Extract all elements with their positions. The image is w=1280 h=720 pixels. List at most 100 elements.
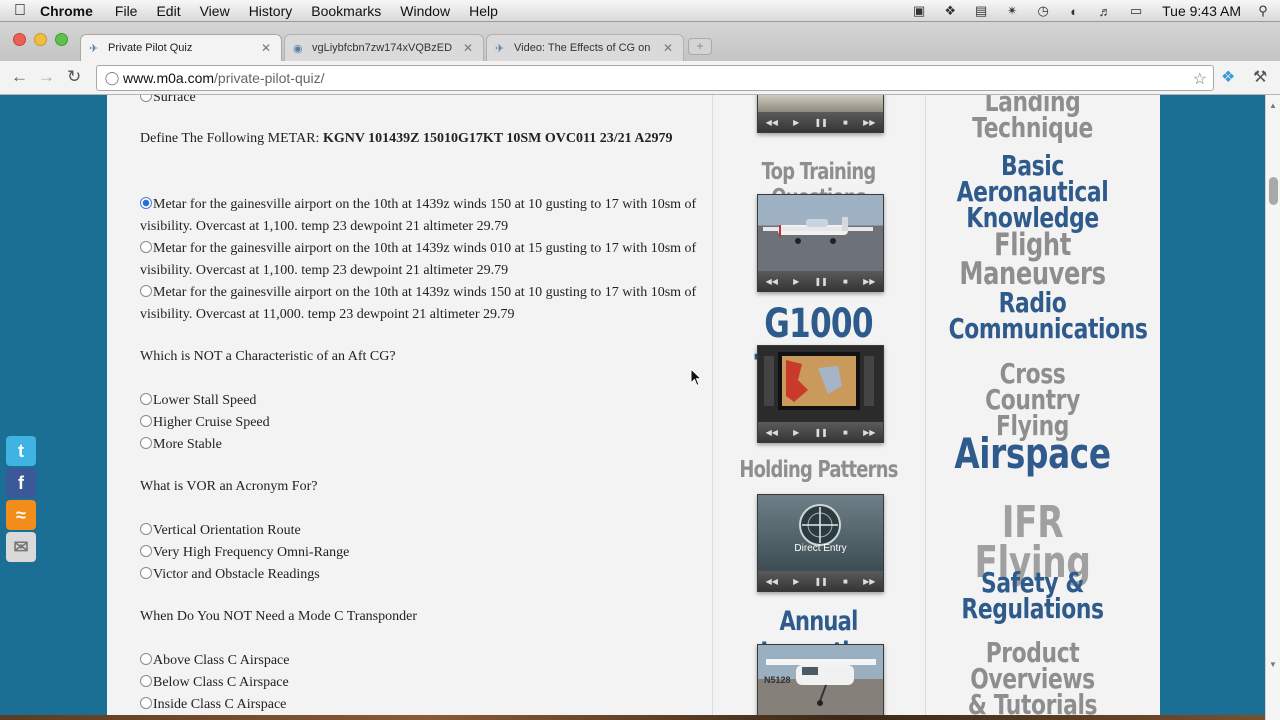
quiz-option[interactable]: Higher Cruise Speed bbox=[140, 412, 700, 434]
rewind-icon[interactable]: ◀◀ bbox=[766, 277, 778, 286]
dropbox-icon[interactable]: ❖ bbox=[941, 3, 959, 19]
tab-private-pilot-quiz[interactable]: ✈ Private Pilot Quiz ✕ bbox=[80, 34, 282, 61]
quiz-option[interactable]: Surface bbox=[140, 95, 700, 109]
quiz-option[interactable]: Lower Stall Speed bbox=[140, 390, 700, 412]
radio-button[interactable] bbox=[140, 437, 152, 449]
video-player-landing[interactable]: ◀◀ ▶ ❚❚ ■ ▶▶ bbox=[757, 95, 884, 133]
quiz-option[interactable]: Metar for the gainesville airport on the… bbox=[140, 282, 700, 326]
radio-button[interactable] bbox=[140, 285, 152, 297]
battery-icon[interactable]: ▭ bbox=[1127, 3, 1145, 19]
category-radio-communications[interactable]: Radio Communications bbox=[949, 289, 1148, 342]
wrench-menu-icon[interactable]: ⚒ bbox=[1253, 67, 1267, 87]
time-machine-icon[interactable]: ◷ bbox=[1034, 3, 1052, 19]
extension-icon[interactable]: ❖ bbox=[1221, 67, 1235, 87]
stop-icon[interactable]: ■ bbox=[843, 577, 848, 586]
bluetooth-icon[interactable]: ✴ bbox=[1003, 3, 1021, 19]
window-close-button[interactable] bbox=[13, 33, 26, 46]
rss-icon[interactable]: ≈ bbox=[6, 500, 36, 530]
quiz-option[interactable]: Inside Class C Airspace bbox=[140, 694, 700, 716]
video-player-annual[interactable]: N5128 bbox=[757, 644, 884, 720]
display-icon[interactable]: ▤ bbox=[972, 3, 990, 19]
video-controls[interactable]: ◀◀ ▶ ❚❚ ■ ▶▶ bbox=[758, 112, 883, 132]
forward-arrow-icon[interactable]: → bbox=[38, 67, 55, 87]
video-player-holding[interactable]: Direct Entry ◀◀ ▶ ❚❚ ■ ▶▶ bbox=[757, 494, 884, 592]
quiz-option[interactable]: Below Class C Airspace bbox=[140, 672, 700, 694]
new-tab-button[interactable]: + bbox=[688, 38, 712, 55]
pause-icon[interactable]: ❚❚ bbox=[814, 277, 827, 286]
quiz-option[interactable]: More Stable bbox=[140, 434, 700, 456]
window-zoom-button[interactable] bbox=[55, 33, 68, 46]
menu-bookmarks[interactable]: Bookmarks bbox=[311, 3, 381, 19]
spotlight-search-icon[interactable]: ⚲ bbox=[1254, 3, 1272, 19]
menu-file[interactable]: File bbox=[115, 3, 138, 19]
quiz-option[interactable]: Very High Frequency Omni-Range bbox=[140, 542, 700, 564]
facebook-icon[interactable]: f bbox=[6, 468, 36, 498]
video-player-top-training[interactable]: ◀◀ ▶ ❚❚ ■ ▶▶ bbox=[757, 194, 884, 292]
tab-close-icon[interactable]: ✕ bbox=[661, 41, 673, 55]
scroll-up-arrow-icon[interactable]: ▲ bbox=[1269, 101, 1277, 110]
radio-button[interactable] bbox=[140, 567, 152, 579]
radio-button[interactable] bbox=[140, 393, 152, 405]
page-info-icon[interactable]: ◯ bbox=[101, 70, 123, 86]
video-controls[interactable]: ◀◀ ▶ ❚❚ ■ ▶▶ bbox=[758, 422, 883, 442]
menu-help[interactable]: Help bbox=[469, 3, 498, 19]
fast-forward-icon[interactable]: ▶▶ bbox=[863, 577, 875, 586]
radio-button[interactable] bbox=[140, 545, 152, 557]
play-icon[interactable]: ▶ bbox=[793, 118, 799, 127]
quiz-option[interactable]: Metar for the gainesville airport on the… bbox=[140, 238, 700, 282]
play-icon[interactable]: ▶ bbox=[793, 428, 799, 437]
quiz-option[interactable]: Metar for the gainesville airport on the… bbox=[140, 194, 700, 238]
rewind-icon[interactable]: ◀◀ bbox=[766, 118, 778, 127]
video-controls[interactable]: ◀◀ ▶ ❚❚ ■ ▶▶ bbox=[758, 271, 883, 291]
radio-button[interactable] bbox=[140, 95, 152, 102]
window-minimize-button[interactable] bbox=[34, 33, 47, 46]
menu-app-chrome[interactable]: Chrome bbox=[40, 3, 93, 19]
address-bar[interactable]: ◯ www.m0a.com /private-pilot-quiz/ ☆ bbox=[96, 65, 1214, 91]
reload-icon[interactable]: ↻ bbox=[67, 67, 81, 87]
stop-icon[interactable]: ■ bbox=[843, 428, 848, 437]
category-airspace[interactable]: Airspace bbox=[949, 433, 1117, 475]
video-heading-holding[interactable]: Holding Patterns bbox=[735, 457, 901, 483]
twitter-icon[interactable]: t bbox=[6, 436, 36, 466]
menu-history[interactable]: History bbox=[249, 3, 293, 19]
tab-close-icon[interactable]: ✕ bbox=[259, 41, 271, 55]
menu-view[interactable]: View bbox=[200, 3, 230, 19]
radio-button[interactable] bbox=[140, 653, 152, 665]
quiz-option[interactable]: Victor and Obstacle Readings bbox=[140, 564, 700, 586]
fast-forward-icon[interactable]: ▶▶ bbox=[863, 428, 875, 437]
wifi-icon[interactable]: ◐ bbox=[1065, 4, 1083, 19]
camera-icon[interactable]: ▣ bbox=[910, 3, 928, 19]
tab-video-id[interactable]: ◉ vgLiybfcbn7zw174xVQBzED ✕ bbox=[284, 34, 484, 61]
scroll-down-arrow-icon[interactable]: ▼ bbox=[1269, 660, 1277, 669]
tab-close-icon[interactable]: ✕ bbox=[461, 41, 473, 55]
radio-button[interactable] bbox=[140, 415, 152, 427]
rewind-icon[interactable]: ◀◀ bbox=[766, 577, 778, 586]
pause-icon[interactable]: ❚❚ bbox=[814, 428, 827, 437]
rewind-icon[interactable]: ◀◀ bbox=[766, 428, 778, 437]
vertical-scrollbar[interactable]: ▲ ▼ bbox=[1265, 95, 1280, 720]
scrollbar-thumb[interactable] bbox=[1269, 177, 1278, 205]
stop-icon[interactable]: ■ bbox=[843, 277, 848, 286]
play-icon[interactable]: ▶ bbox=[793, 577, 799, 586]
play-icon[interactable]: ▶ bbox=[793, 277, 799, 286]
category-safety-regulations[interactable]: Safety & Regulations bbox=[949, 569, 1117, 622]
fast-forward-icon[interactable]: ▶▶ bbox=[863, 277, 875, 286]
quiz-option[interactable]: Above Class C Airspace bbox=[140, 650, 700, 672]
pause-icon[interactable]: ❚❚ bbox=[814, 577, 827, 586]
category-product-overviews[interactable]: Product Overviews & Tutorials bbox=[949, 639, 1117, 718]
menu-edit[interactable]: Edit bbox=[156, 3, 180, 19]
bookmark-star-icon[interactable]: ☆ bbox=[1193, 69, 1207, 89]
pause-icon[interactable]: ❚❚ bbox=[814, 118, 827, 127]
apple-menu-icon[interactable]:  bbox=[0, 2, 40, 20]
category-landing-technique[interactable]: Landing Technique bbox=[949, 95, 1117, 141]
stop-icon[interactable]: ■ bbox=[843, 118, 848, 127]
video-player-g1000[interactable]: ◀◀ ▶ ❚❚ ■ ▶▶ bbox=[757, 345, 884, 443]
radio-button[interactable] bbox=[140, 523, 152, 535]
tab-video-cg[interactable]: ✈ Video: The Effects of CG on ✕ bbox=[486, 34, 684, 61]
category-basic-aeronautical[interactable]: Basic Aeronautical Knowledge bbox=[949, 152, 1117, 231]
volume-icon[interactable]: ♬ bbox=[1096, 4, 1114, 19]
fast-forward-icon[interactable]: ▶▶ bbox=[863, 118, 875, 127]
category-flight-maneuvers[interactable]: Flight Maneuvers bbox=[949, 229, 1117, 289]
menu-window[interactable]: Window bbox=[400, 3, 450, 19]
quiz-option[interactable]: Vertical Orientation Route bbox=[140, 520, 700, 542]
